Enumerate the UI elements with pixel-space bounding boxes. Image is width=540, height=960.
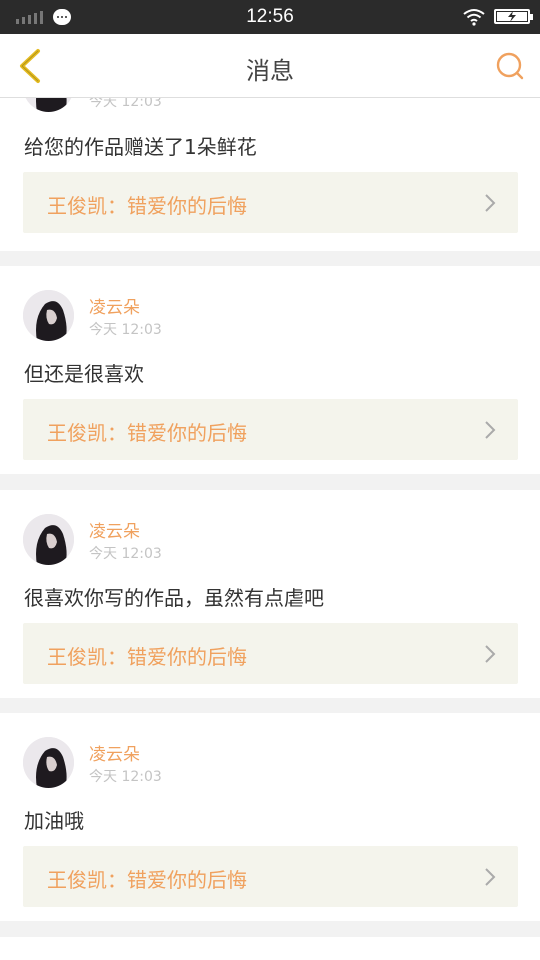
avatar[interactable] (23, 514, 74, 565)
message-card: 今天 12:03 给您的作品赠送了1朵鲜花 王俊凯：错爱你的后悔 (0, 98, 540, 251)
work-title: 王俊凯：错爱你的后悔 (47, 868, 247, 892)
work-title: 王俊凯：错爱你的后悔 (47, 194, 247, 218)
avatar[interactable] (23, 737, 74, 788)
page-title: 消息 (246, 57, 294, 85)
message-card: 凌云朵 今天 12:03 但还是很喜欢 王俊凯：错爱你的后悔 (0, 266, 540, 474)
chevron-right-icon (485, 194, 496, 212)
message-text: 给您的作品赠送了1朵鲜花 (24, 135, 257, 159)
message-time: 今天 12:03 (89, 322, 162, 338)
avatar[interactable] (23, 98, 74, 112)
work-title: 王俊凯：错爱你的后悔 (47, 421, 247, 445)
status-time: 12:56 (246, 6, 294, 27)
search-button[interactable] (492, 48, 528, 84)
work-link[interactable]: 王俊凯：错爱你的后悔 (23, 399, 518, 460)
username[interactable]: 凌云朵 (89, 293, 140, 318)
status-bar: 12:56 (0, 0, 540, 34)
message-time: 今天 12:03 (89, 546, 162, 562)
chevron-right-icon (485, 645, 496, 663)
message-text: 加油哦 (24, 809, 84, 833)
username[interactable]: 凌云朵 (89, 740, 140, 765)
battery-icon (494, 9, 533, 24)
work-link[interactable]: 王俊凯：错爱你的后悔 (23, 623, 518, 684)
chevron-right-icon (485, 868, 496, 886)
message-time: 今天 12:03 (89, 769, 162, 785)
nav-header: 消息 (0, 34, 540, 98)
message-list[interactable]: 今天 12:03 给您的作品赠送了1朵鲜花 王俊凯：错爱你的后悔 凌云朵 今天 … (0, 98, 540, 960)
message-card (0, 937, 540, 960)
username[interactable]: 凌云朵 (89, 517, 140, 542)
work-title: 王俊凯：错爱你的后悔 (47, 645, 247, 669)
work-link[interactable]: 王俊凯：错爱你的后悔 (23, 846, 518, 907)
wifi-icon (463, 9, 485, 26)
message-text: 很喜欢你写的作品，虽然有点虐吧 (24, 586, 324, 610)
search-icon (496, 52, 524, 80)
message-time: 今天 12:03 (89, 98, 162, 110)
work-link[interactable]: 王俊凯：错爱你的后悔 (23, 172, 518, 233)
message-card: 凌云朵 今天 12:03 很喜欢你写的作品，虽然有点虐吧 王俊凯：错爱你的后悔 (0, 490, 540, 698)
avatar[interactable] (23, 290, 74, 341)
chevron-right-icon (485, 421, 496, 439)
message-text: 但还是很喜欢 (24, 362, 144, 386)
message-card: 凌云朵 今天 12:03 加油哦 王俊凯：错爱你的后悔 (0, 713, 540, 921)
